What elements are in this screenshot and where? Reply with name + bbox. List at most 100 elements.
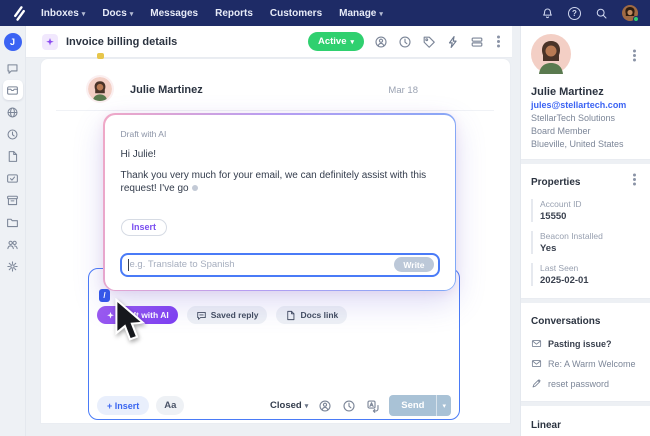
- assign-icon[interactable]: [317, 398, 332, 413]
- properties-section: Properties Account ID 15550 Beacon Insta…: [521, 164, 650, 299]
- contact-email[interactable]: jules@stellartech.com: [531, 100, 640, 110]
- ai-draft-text: Thank you very much for your email, we c…: [120, 169, 427, 195]
- chat-icon[interactable]: [3, 58, 23, 78]
- editor-toolbar: + Insert Aa Closed Send: [97, 395, 451, 416]
- sparkle-icon: [42, 33, 58, 50]
- ai-draft-panel: Draft with AI Hi Julie! Thank you very m…: [103, 113, 456, 291]
- property-field: Last Seen 2025-02-01: [531, 263, 640, 286]
- ai-insert-button[interactable]: Insert: [120, 218, 168, 236]
- docs-link-button[interactable]: Docs link: [276, 306, 348, 324]
- property-label: Last Seen: [540, 263, 579, 273]
- app-window: Inboxes Docs Messages Reports Customers …: [0, 0, 650, 436]
- inbox-avatar[interactable]: J: [3, 33, 22, 51]
- sender-name: Julie Martinez: [130, 84, 203, 96]
- archive-icon[interactable]: [3, 190, 23, 210]
- snooze-icon[interactable]: [397, 34, 412, 49]
- insert-button[interactable]: + Insert: [97, 396, 150, 415]
- conversation-list-item[interactable]: Pasting issue?: [531, 338, 640, 349]
- contact-avatar: [531, 34, 571, 78]
- header-actions: Active: [307, 32, 504, 51]
- ai-draft-greeting: Hi Julie!: [120, 148, 157, 160]
- ai-draft-body: Thank you very much for your email, we c…: [121, 169, 439, 196]
- inbox-icon[interactable]: [2, 80, 23, 100]
- status-dropdown[interactable]: Active: [307, 32, 364, 51]
- mail-check-icon[interactable]: [3, 168, 23, 188]
- property-value: Yes: [540, 243, 557, 254]
- property-value: 2025-02-01: [540, 275, 589, 286]
- saved-reply-button[interactable]: Saved reply: [186, 306, 268, 324]
- contact-menu-icon[interactable]: [633, 54, 636, 57]
- settings-icon[interactable]: [3, 256, 23, 276]
- message-date: Mar 18: [388, 85, 418, 96]
- mouse-cursor: [112, 297, 154, 351]
- folder-icon[interactable]: [3, 212, 23, 232]
- top-nav: Inboxes Docs Messages Reports Customers …: [0, 0, 650, 26]
- top-nav-right: ?: [540, 5, 639, 22]
- integration-linear[interactable]: Linear: [521, 406, 650, 436]
- write-button[interactable]: Write: [394, 257, 434, 272]
- draft-indicator: [97, 53, 104, 59]
- nav-reports[interactable]: Reports: [215, 8, 253, 19]
- text-caret: [127, 258, 129, 271]
- nav-customers[interactable]: Customers: [270, 8, 322, 19]
- slash-shortcut-badge: /: [99, 289, 110, 302]
- editor-toolbar-right: Closed Send: [270, 395, 451, 416]
- divider: [56, 110, 494, 111]
- property-label: Account ID: [540, 199, 582, 209]
- conversation-item-label: Pasting issue?: [548, 338, 612, 349]
- user-avatar[interactable]: [622, 5, 639, 22]
- conversation-item-label: Re: A Warm Welcome: [548, 358, 636, 369]
- language-icon[interactable]: [365, 398, 380, 413]
- left-sidebar: J: [0, 26, 26, 436]
- typing-indicator: [191, 185, 198, 192]
- conversations-section: Conversations Pasting issue? Re: A Warm …: [521, 303, 650, 402]
- properties-title: Properties: [531, 177, 581, 188]
- helpscout-logo-icon[interactable]: [12, 5, 27, 21]
- ai-prompt-input[interactable]: [121, 259, 395, 270]
- contact-name: Julie Martinez: [531, 86, 604, 98]
- send-options-chevron-icon[interactable]: [436, 395, 451, 416]
- contact-location: Blueville, United States: [531, 139, 624, 149]
- ai-draft-panel-body: Draft with AI Hi Julie! Thank you very m…: [104, 114, 455, 290]
- close-status-dropdown[interactable]: Closed: [270, 400, 308, 411]
- conversation-list-item[interactable]: Re: A Warm Welcome: [531, 358, 640, 369]
- property-field: Beacon Installed Yes: [531, 231, 640, 254]
- nav-inboxes[interactable]: Inboxes: [41, 8, 85, 19]
- customer-sidebar: Julie Martinez jules@stellartech.com Ste…: [520, 26, 650, 436]
- bell-icon[interactable]: [540, 6, 555, 21]
- help-icon[interactable]: ?: [568, 6, 581, 20]
- nav-messages[interactable]: Messages: [150, 8, 198, 19]
- ai-prompt-bar: Write: [119, 252, 440, 277]
- page-title: Invoice billing details: [66, 35, 178, 48]
- contact-card: Julie Martinez jules@stellartech.com Ste…: [521, 26, 650, 160]
- docs-link-label: Docs link: [300, 310, 339, 320]
- search-icon[interactable]: [594, 6, 609, 21]
- property-label: Beacon Installed: [540, 231, 603, 241]
- conversation-item-label: reset password: [548, 378, 610, 389]
- fields-icon[interactable]: [469, 34, 484, 49]
- clock-icon[interactable]: [3, 124, 23, 144]
- globe-icon[interactable]: [3, 102, 23, 122]
- nav-manage[interactable]: Manage: [339, 8, 383, 19]
- format-button[interactable]: Aa: [156, 396, 185, 415]
- workflow-icon[interactable]: [445, 34, 460, 49]
- users-icon[interactable]: [3, 234, 23, 254]
- conversations-title: Conversations: [531, 316, 601, 327]
- ai-panel-label: Draft with AI: [120, 128, 167, 139]
- tag-icon[interactable]: [421, 34, 436, 49]
- contact-role: Board Member: [531, 126, 591, 136]
- properties-menu-icon[interactable]: [633, 178, 636, 181]
- assign-icon[interactable]: [373, 34, 388, 49]
- nav-docs[interactable]: Docs: [102, 8, 133, 19]
- online-status-dot: [633, 16, 639, 22]
- send-button-group: Send: [389, 395, 451, 416]
- menu-icon[interactable]: [497, 40, 500, 43]
- conversation-list-item[interactable]: reset password: [531, 378, 640, 389]
- document-icon[interactable]: [3, 146, 23, 166]
- saved-reply-label: Saved reply: [210, 310, 259, 320]
- integration-label: Linear: [531, 420, 562, 431]
- property-value: 15550: [540, 211, 567, 222]
- send-button[interactable]: Send: [389, 395, 437, 416]
- sender-avatar: [88, 77, 112, 101]
- schedule-icon[interactable]: [341, 398, 356, 413]
